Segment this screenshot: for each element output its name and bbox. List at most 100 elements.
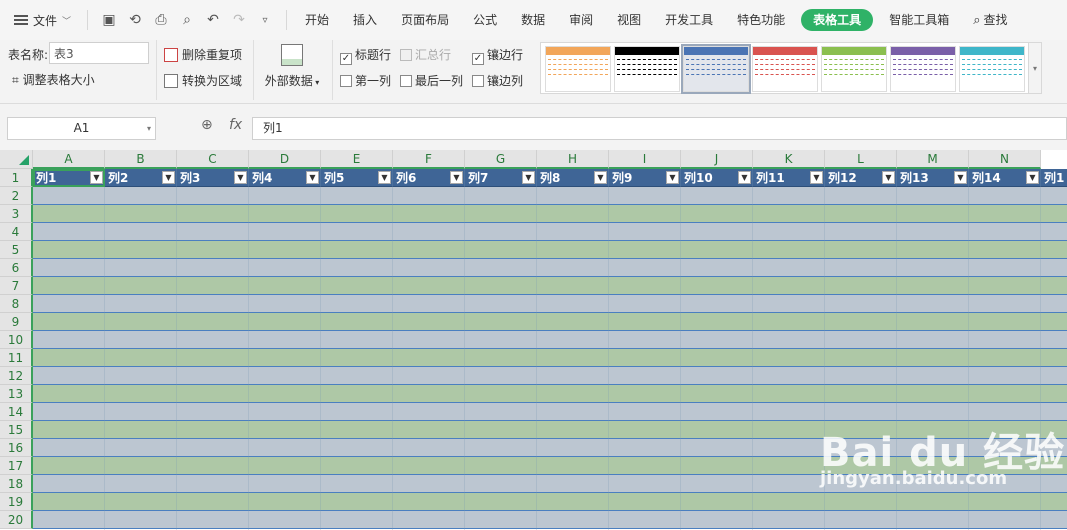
table-style-swatch[interactable] <box>890 46 956 92</box>
redo-icon[interactable]: ↷ <box>230 12 248 28</box>
filter-dropdown-icon[interactable]: ▼ <box>1026 171 1039 184</box>
file-menu-button[interactable]: 文件 ﹀ <box>0 12 81 29</box>
row-header[interactable]: 18 <box>0 475 33 493</box>
tab-10[interactable]: 智能工具箱 <box>877 0 961 40</box>
table-row[interactable] <box>33 241 1067 259</box>
header-cell[interactable]: 列11 ▼ <box>753 169 825 187</box>
tab-5[interactable]: 审阅 <box>557 0 605 40</box>
table-row[interactable] <box>33 493 1067 511</box>
header-cell[interactable]: 列5 ▼ <box>321 169 393 187</box>
tab-11[interactable]: ⌕ 查找 <box>961 0 1019 40</box>
header-cell[interactable]: 列14 ▼ <box>969 169 1041 187</box>
table-row[interactable] <box>33 385 1067 403</box>
column-header[interactable]: M <box>897 150 969 169</box>
save-icon[interactable]: ▣ <box>100 12 118 28</box>
table-row[interactable] <box>33 313 1067 331</box>
convert-to-range-button[interactable]: 转换为区域 <box>164 72 242 89</box>
table-row[interactable] <box>33 295 1067 313</box>
table-row[interactable] <box>33 187 1067 205</box>
column-header[interactable]: C <box>177 150 249 169</box>
table-row[interactable] <box>33 511 1067 529</box>
filter-dropdown-icon[interactable]: ▼ <box>594 171 607 184</box>
column-header[interactable]: H <box>537 150 609 169</box>
filter-dropdown-icon[interactable]: ▼ <box>738 171 751 184</box>
row-header[interactable]: 5 <box>0 241 33 259</box>
tab-8[interactable]: 特色功能 <box>725 0 797 40</box>
table-style-swatch[interactable] <box>821 46 887 92</box>
filter-dropdown-icon[interactable]: ▼ <box>378 171 391 184</box>
filter-dropdown-icon[interactable]: ▼ <box>162 171 175 184</box>
customize-toolbar-icon[interactable]: ▿ <box>256 15 274 26</box>
print-icon[interactable]: ⎙ <box>152 12 170 28</box>
row-header[interactable]: 6 <box>0 259 33 277</box>
formula-input[interactable]: 列1 <box>252 117 1067 140</box>
table-row[interactable] <box>33 277 1067 295</box>
row-header[interactable]: 2 <box>0 187 33 205</box>
table-name-input[interactable]: 表3 <box>49 42 149 64</box>
table-row[interactable] <box>33 223 1067 241</box>
column-header[interactable]: F <box>393 150 465 169</box>
filter-dropdown-icon[interactable]: ▼ <box>450 171 463 184</box>
table-row[interactable] <box>33 403 1067 421</box>
column-header[interactable]: A <box>33 150 105 169</box>
column-header[interactable]: J <box>681 150 753 169</box>
row-header[interactable]: 13 <box>0 385 33 403</box>
row-header[interactable]: 17 <box>0 457 33 475</box>
filter-dropdown-icon[interactable]: ▼ <box>234 171 247 184</box>
column-header[interactable]: N <box>969 150 1041 169</box>
row-header[interactable]: 3 <box>0 205 33 223</box>
table-style-swatch[interactable] <box>545 46 611 92</box>
name-box[interactable]: A1 ▾ <box>7 117 156 140</box>
row-header[interactable]: 1 <box>0 169 33 187</box>
table-style-swatch[interactable] <box>614 46 680 92</box>
filter-dropdown-icon[interactable]: ▼ <box>954 171 967 184</box>
select-all-corner[interactable] <box>0 150 33 169</box>
zoom-search-icon[interactable]: ⊕ <box>201 117 213 133</box>
tab-0[interactable]: 开始 <box>293 0 341 40</box>
column-header[interactable]: I <box>609 150 681 169</box>
table-style-swatch[interactable] <box>752 46 818 92</box>
row-header[interactable]: 14 <box>0 403 33 421</box>
row-header[interactable]: 11 <box>0 349 33 367</box>
table-header-row[interactable]: 列1 ▼ 列2 ▼ 列3 ▼ 列4 ▼ 列5 ▼ 列6 ▼ 列7 ▼ 列8 ▼ 列9 ▼ 列10 ▼ 列11 ▼ 列12 ▼ 列… <box>33 169 1067 187</box>
column-header[interactable]: L <box>825 150 897 169</box>
header-cell[interactable]: 列8 ▼ <box>537 169 609 187</box>
row-header[interactable]: 15 <box>0 421 33 439</box>
filter-dropdown-icon[interactable]: ▼ <box>522 171 535 184</box>
header-row-checkbox[interactable]: ✓ 标题行 <box>340 46 391 65</box>
header-cell[interactable]: 列13 ▼ <box>897 169 969 187</box>
column-header[interactable]: D <box>249 150 321 169</box>
tab-2[interactable]: 页面布局 <box>389 0 461 40</box>
resize-table-button[interactable]: ⌗ 调整表格大小 <box>12 71 95 88</box>
fx-icon[interactable]: fx <box>229 117 242 133</box>
table-row[interactable] <box>33 331 1067 349</box>
table-style-swatch[interactable] <box>681 44 751 94</box>
row-header[interactable]: 8 <box>0 295 33 313</box>
total-row-checkbox[interactable]: 汇总行 <box>400 46 451 63</box>
column-header[interactable]: B <box>105 150 177 169</box>
gallery-scroll-button[interactable]: ▾ <box>1028 42 1042 94</box>
header-cell[interactable]: 列9 ▼ <box>609 169 681 187</box>
undo-icon[interactable]: ↶ <box>204 12 222 28</box>
row-header[interactable]: 16 <box>0 439 33 457</box>
header-cell[interactable]: 列10 ▼ <box>681 169 753 187</box>
header-cell[interactable]: 列4 ▼ <box>249 169 321 187</box>
print-preview-icon[interactable]: ⌕ <box>178 12 196 28</box>
row-header[interactable]: 7 <box>0 277 33 295</box>
row-header[interactable]: 9 <box>0 313 33 331</box>
row-header[interactable]: 20 <box>0 511 33 529</box>
table-row[interactable] <box>33 205 1067 223</box>
tab-3[interactable]: 公式 <box>461 0 509 40</box>
column-header[interactable]: K <box>753 150 825 169</box>
row-header[interactable]: 19 <box>0 493 33 511</box>
tab-9[interactable]: 表格工具 <box>801 9 874 31</box>
row-header[interactable]: 4 <box>0 223 33 241</box>
table-style-swatch[interactable] <box>959 46 1025 92</box>
header-cell[interactable]: 列2 ▼ <box>105 169 177 187</box>
first-column-checkbox[interactable]: 第一列 <box>340 72 391 89</box>
filter-dropdown-icon[interactable]: ▼ <box>666 171 679 184</box>
header-cell[interactable]: 列7 ▼ <box>465 169 537 187</box>
external-data-button[interactable]: 外部数据 ▾ <box>262 44 322 89</box>
filter-dropdown-icon[interactable]: ▼ <box>306 171 319 184</box>
row-header[interactable]: 12 <box>0 367 33 385</box>
